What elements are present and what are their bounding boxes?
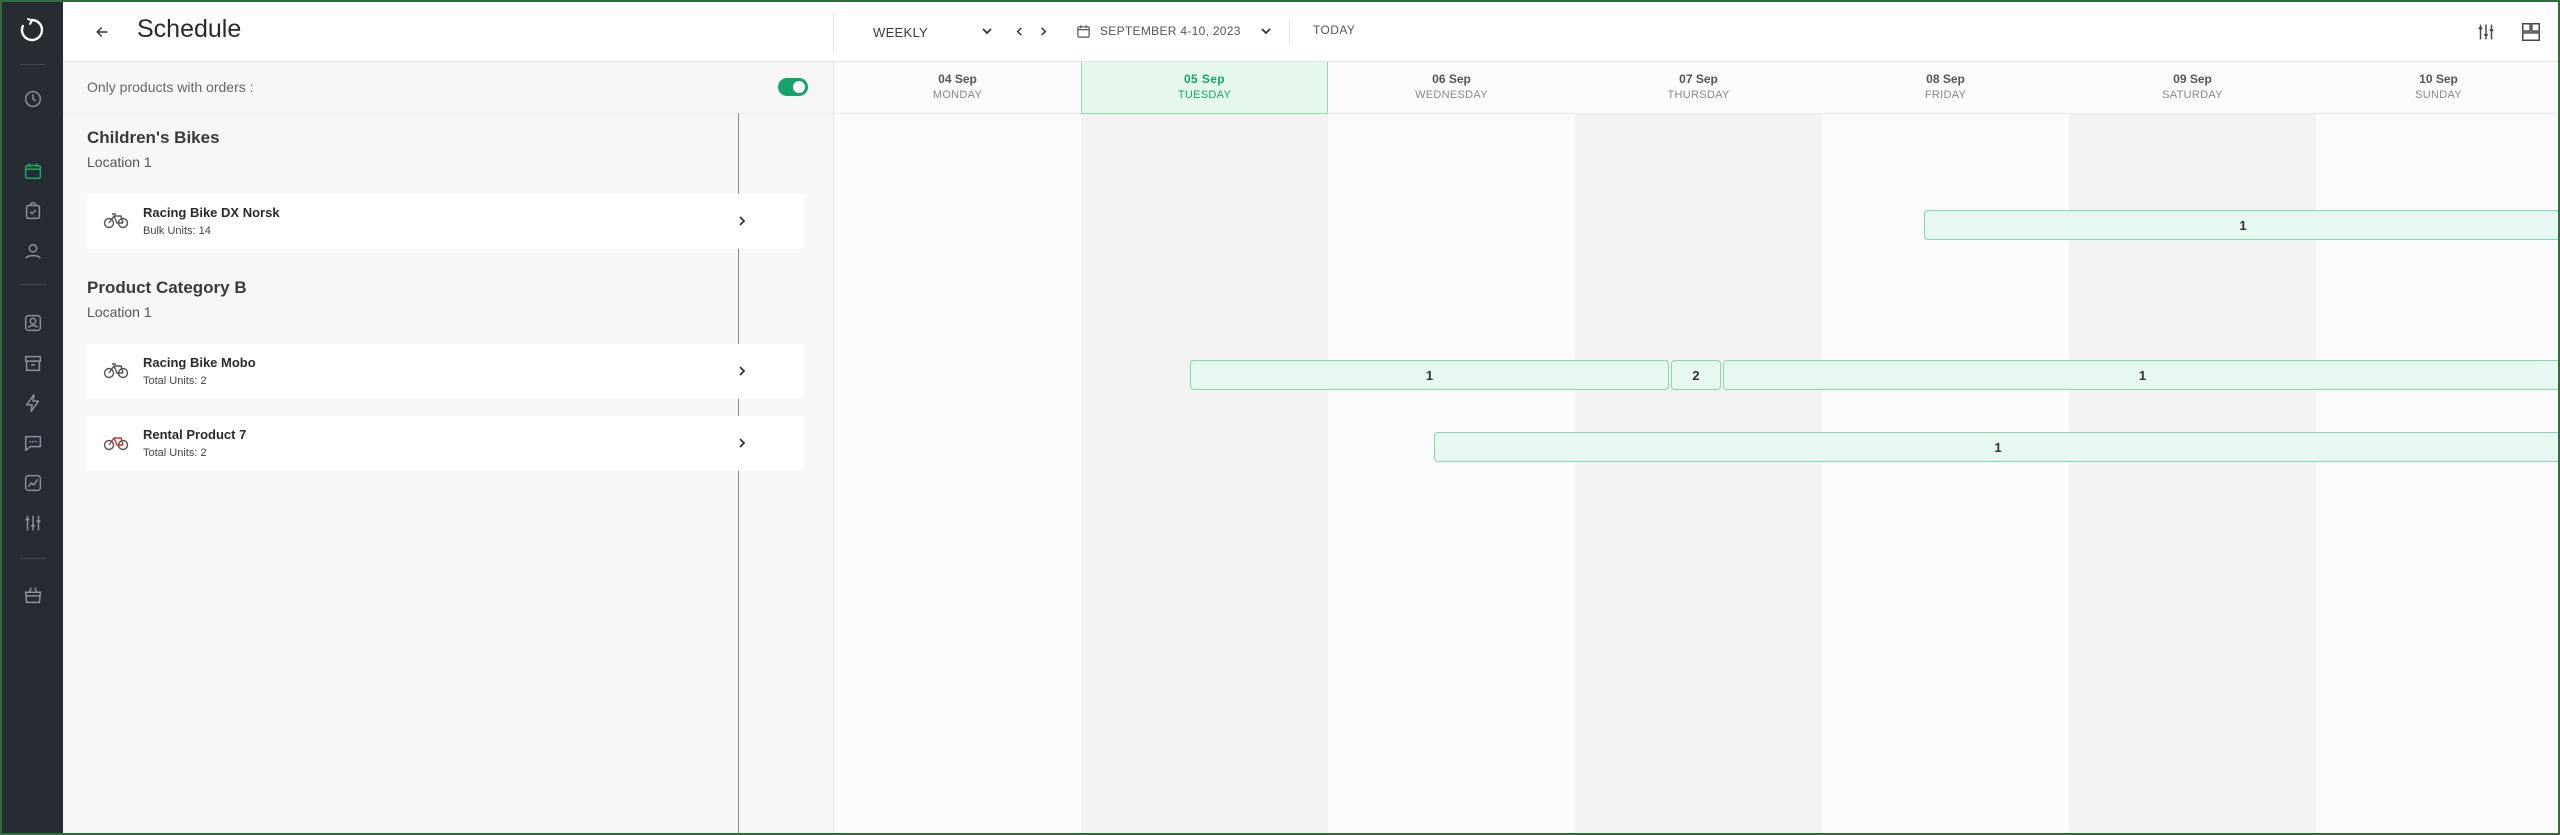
filter-bar: Only products with orders : [63, 62, 834, 114]
day-header-today: 05 Sep TUESDAY [1081, 62, 1328, 114]
product-name: Rental Product 7 [143, 427, 247, 442]
inventory-icon[interactable] [20, 350, 46, 376]
day-header: 07 Sep THURSDAY [1575, 62, 1822, 114]
day-header: 08 Sep FRIDAY [1822, 62, 2069, 114]
toolbar-divider [833, 12, 834, 52]
group-location: Location 1 [87, 304, 152, 320]
sidebar-divider [20, 64, 46, 65]
product-units: Total Units: 2 [143, 375, 207, 387]
chevron-left-icon [1016, 26, 1022, 36]
day-header: 10 Sep SUNDAY [2316, 62, 2560, 114]
chevron-right-icon[interactable] [731, 432, 753, 454]
day-date: 05 Sep [1183, 72, 1226, 86]
chevron-down-icon [1261, 28, 1271, 35]
day-weekday: THURSDAY [1667, 89, 1730, 101]
sidebar-divider [20, 284, 46, 285]
filter-label: Only products with orders : [87, 79, 254, 95]
messages-icon[interactable] [20, 430, 46, 456]
store-icon[interactable] [20, 582, 46, 608]
day-date: 08 Sep [1926, 72, 1965, 86]
booking-bar[interactable]: 1 [1723, 360, 2560, 390]
page-title: Schedule [137, 15, 242, 43]
history-icon[interactable] [20, 86, 46, 112]
day-date: 09 Sep [2173, 72, 2212, 86]
orders-icon[interactable] [20, 198, 46, 224]
bike-red-icon [103, 432, 129, 452]
day-date: 07 Sep [1679, 72, 1718, 86]
automation-icon[interactable] [20, 390, 46, 416]
day-weekday: TUESDAY [1177, 89, 1232, 101]
group-name: Children's Bikes [87, 128, 220, 147]
toolbar-divider [1289, 20, 1290, 44]
day-column[interactable] [1081, 62, 1328, 835]
chevron-right-icon [1040, 26, 1046, 36]
schedule-calendar: 04 Sep MONDAY 05 Sep TUESDAY 06 Sep WEDN… [833, 62, 2560, 835]
chevron-right-icon[interactable] [731, 210, 753, 232]
date-range-picker[interactable]: SEPTEMBER 4-10, 2023 [1076, 20, 1272, 42]
booking-bar[interactable]: 1 [1434, 432, 2560, 462]
product-panel: Only products with orders : Children's B… [63, 62, 834, 833]
reports-icon[interactable] [20, 470, 46, 496]
day-weekday: SUNDAY [2415, 89, 2462, 101]
product-name: Racing Bike DX Norsk [143, 205, 280, 220]
product-units: Bulk Units: 14 [143, 225, 211, 237]
bike-icon [103, 210, 129, 230]
next-week-button[interactable] [1033, 20, 1053, 42]
product-row[interactable]: Rental Product 7 Total Units: 2 [87, 416, 804, 471]
date-range-label: SEPTEMBER 4-10, 2023 [1100, 24, 1241, 38]
calendar-small-icon [1077, 24, 1090, 38]
day-header: 06 Sep WEDNESDAY [1328, 62, 1575, 114]
product-name: Racing Bike Mobo [143, 355, 256, 370]
view-mode-select[interactable]: WEEKLY [873, 22, 993, 42]
back-arrow-icon[interactable] [89, 19, 115, 45]
product-units: Total Units: 2 [143, 447, 207, 459]
chevron-down-icon [981, 25, 993, 40]
day-weekday: WEDNESDAY [1415, 89, 1488, 101]
chevron-right-icon[interactable] [731, 360, 753, 382]
day-weekday: SATURDAY [2162, 89, 2223, 101]
day-column[interactable] [834, 62, 1081, 835]
booking-bar[interactable]: 2 [1671, 360, 1721, 390]
view-mode-label: WEEKLY [873, 24, 929, 40]
product-row[interactable]: Racing Bike Mobo Total Units: 2 [87, 344, 804, 399]
day-header: 09 Sep SATURDAY [2069, 62, 2316, 114]
layout-grid-icon[interactable] [2517, 18, 2545, 46]
prev-week-button[interactable] [1009, 20, 1029, 42]
toggle-knob [793, 81, 805, 93]
orders-filter-toggle[interactable] [778, 78, 808, 96]
product-row[interactable]: Racing Bike DX Norsk Bulk Units: 14 [87, 194, 804, 249]
settings-sliders-icon[interactable] [20, 510, 46, 536]
day-header: 04 Sep MONDAY [834, 62, 1081, 114]
bike-icon [103, 360, 129, 380]
contacts-icon[interactable] [20, 310, 46, 336]
customer-icon[interactable] [20, 238, 46, 264]
today-button[interactable]: TODAY [1313, 23, 1355, 37]
top-bar: Schedule WEEKLY SEPTEMBER 4-10, 2023 TOD… [63, 0, 2560, 62]
group-name: Product Category B [87, 278, 247, 297]
booking-bar[interactable]: 1 [1924, 210, 2560, 240]
calendar-icon[interactable] [20, 158, 46, 184]
day-weekday: MONDAY [932, 89, 983, 101]
day-date: 04 Sep [938, 72, 977, 86]
sidebar-rail [0, 0, 63, 835]
day-date: 10 Sep [2419, 72, 2458, 86]
day-weekday: FRIDAY [1924, 89, 1967, 101]
group-location: Location 1 [87, 154, 152, 170]
filter-sliders-icon[interactable] [2472, 18, 2500, 46]
sidebar-divider [20, 558, 46, 559]
booking-bar[interactable]: 1 [1190, 360, 1669, 390]
logo-icon[interactable] [19, 17, 45, 43]
day-date: 06 Sep [1432, 72, 1471, 86]
